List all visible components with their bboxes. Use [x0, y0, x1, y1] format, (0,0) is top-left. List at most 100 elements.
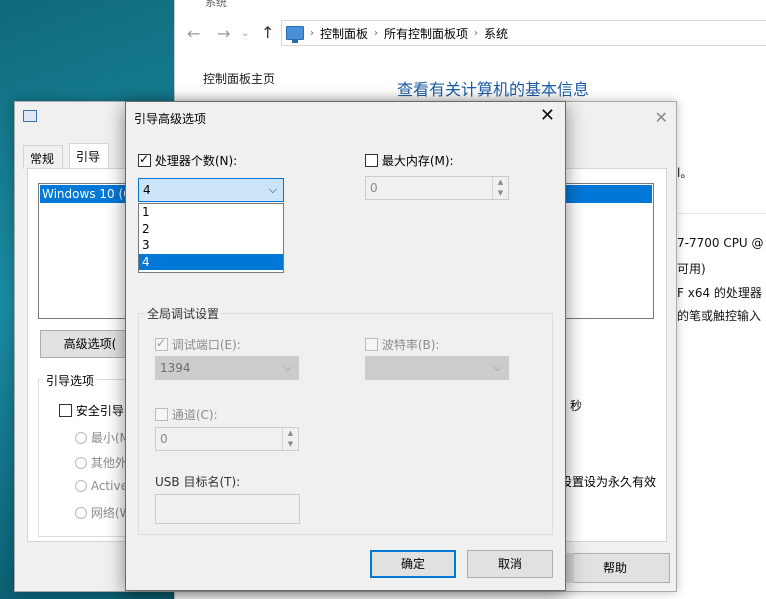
- back-arrow-icon[interactable]: ←: [187, 26, 200, 42]
- advanced-options-label: 高级选项(: [63, 337, 117, 351]
- cancel-button-label: 取消: [497, 557, 522, 571]
- control-panel-home-link[interactable]: 控制面板主页: [203, 70, 275, 87]
- debug-port-value: 1394: [160, 361, 191, 375]
- chevron-down-icon: ⌵: [268, 183, 277, 196]
- radio-button[interactable]: [75, 432, 87, 444]
- help-button[interactable]: 帮助: [560, 553, 670, 583]
- baud-rate-option[interactable]: 波特率(B):: [365, 336, 439, 353]
- chevron-right-icon: ›: [374, 27, 379, 39]
- channel-label: 通道(C):: [171, 408, 218, 422]
- spin-down-icon[interactable]: ▼: [493, 188, 508, 199]
- debug-port-combobox[interactable]: 1394 ⌵: [155, 356, 299, 380]
- channel-spinner[interactable]: 0 ▲ ▼: [155, 427, 299, 451]
- chevron-right-icon: ›: [474, 27, 479, 39]
- processors-option[interactable]: 处理器个数(N):: [138, 152, 237, 169]
- radio-active-directory-label: Active: [90, 479, 128, 493]
- advanced-boot-options-dialog: 引导高级选项 ✕ 处理器个数(N): 4 ⌵ 1 2 3 4 最大内存(M): …: [125, 101, 566, 591]
- system-properties-icon: [23, 110, 37, 122]
- channel-checkbox[interactable]: [155, 408, 168, 421]
- safe-boot-option[interactable]: 安全引导(: [59, 402, 129, 419]
- address-bar[interactable]: › 控制面板 › 所有控制面板项 › 系统: [281, 20, 766, 46]
- radio-alternate-shell-label: 其他外: [90, 456, 127, 470]
- max-memory-option[interactable]: 最大内存(M):: [365, 152, 454, 169]
- dropdown-option[interactable]: 3: [139, 237, 283, 254]
- close-icon[interactable]: ✕: [655, 108, 668, 127]
- up-arrow-icon[interactable]: ↑: [261, 25, 274, 41]
- side-text: 的笔或触控输入: [677, 309, 762, 323]
- side-text: l。: [677, 166, 693, 180]
- system-window-titlebar: 系统: [175, 0, 766, 12]
- ok-button-label: 确定: [400, 557, 425, 571]
- tab-boot-label: 引导: [76, 150, 101, 164]
- forward-arrow-icon[interactable]: →: [217, 26, 230, 42]
- safe-boot-checkbox[interactable]: [59, 404, 72, 417]
- channel-value: 0: [160, 432, 168, 446]
- boot-options-group: 引导选项 安全引导( 最小(M 其他外 Active 网络(W: [38, 372, 131, 537]
- recent-chevron-icon[interactable]: ⌄: [241, 26, 249, 42]
- option-label: 2: [142, 221, 150, 236]
- usb-target-label: USB 目标名(T):: [155, 475, 241, 489]
- dropdown-option[interactable]: 2: [139, 221, 283, 238]
- radio-button[interactable]: [75, 457, 87, 469]
- tab-general-label: 常规: [30, 152, 55, 166]
- permanent-setting-label: 设置设为永久有效: [560, 475, 657, 489]
- radio-button[interactable]: [75, 480, 87, 492]
- cancel-button[interactable]: 取消: [467, 550, 553, 578]
- debug-port-label: 调试端口(E):: [171, 338, 241, 352]
- spin-up-icon[interactable]: ▲: [283, 428, 298, 439]
- os-entry-label: Windows 10 (C: [42, 187, 132, 201]
- max-memory-value: 0: [370, 181, 378, 195]
- side-text: 7-7700 CPU @ 3: [677, 236, 766, 250]
- baud-rate-combobox[interactable]: ⌵: [365, 356, 509, 380]
- chevron-right-icon: ›: [310, 27, 314, 39]
- baud-rate-checkbox[interactable]: [365, 338, 378, 351]
- radio-alternate-shell[interactable]: 其他外: [75, 454, 127, 471]
- radio-active-directory[interactable]: Active: [75, 479, 128, 493]
- spin-up-icon[interactable]: ▲: [493, 177, 508, 188]
- debug-port-checkbox[interactable]: [155, 336, 168, 351]
- page-title: 查看有关计算机的基本信息: [397, 80, 590, 99]
- baud-rate-label: 波特率(B):: [381, 338, 440, 352]
- processors-label: 处理器个数(N):: [154, 154, 238, 168]
- side-text: 可用): [677, 262, 706, 276]
- boot-options-label: 引导选项: [43, 372, 98, 389]
- system-window-title: 系统: [205, 0, 227, 9]
- chevron-down-icon: ⌵: [283, 361, 292, 374]
- ok-button[interactable]: 确定: [370, 550, 456, 578]
- close-icon[interactable]: ✕: [540, 105, 555, 126]
- safe-boot-label: 安全引导(: [75, 404, 129, 418]
- max-memory-label: 最大内存(M):: [381, 154, 454, 168]
- dialog-title: 引导高级选项: [134, 112, 207, 126]
- timeout-unit: 秒: [570, 399, 583, 413]
- help-button-label: 帮助: [602, 561, 627, 575]
- side-text: F x64 的处理器: [677, 286, 762, 300]
- dropdown-option[interactable]: 1: [139, 204, 283, 221]
- usb-target-input[interactable]: [155, 494, 300, 524]
- processors-dropdown-list[interactable]: 1 2 3 4: [138, 203, 284, 273]
- tab-general[interactable]: 常规: [23, 145, 63, 169]
- breadcrumb-control-panel[interactable]: 控制面板: [320, 25, 368, 42]
- radio-network[interactable]: 网络(W: [75, 504, 131, 521]
- max-memory-spinner[interactable]: 0 ▲ ▼: [365, 176, 509, 200]
- max-memory-checkbox[interactable]: [365, 154, 378, 167]
- breadcrumb-all-items[interactable]: 所有控制面板项: [384, 25, 468, 42]
- global-debug-settings-group: 全局调试设置 调试端口(E): 1394 ⌵ 波特率(B): ⌵ 通道(C): …: [138, 305, 553, 535]
- breadcrumb-system[interactable]: 系统: [484, 25, 508, 42]
- dropdown-option-selected[interactable]: 4: [139, 253, 283, 270]
- channel-option[interactable]: 通道(C):: [155, 406, 218, 423]
- debug-group-label: 全局调试设置: [145, 305, 222, 322]
- processors-checkbox[interactable]: [138, 152, 151, 167]
- processors-combobox[interactable]: 4 ⌵: [138, 178, 284, 202]
- chevron-down-icon: ⌵: [493, 361, 502, 374]
- option-label: 1: [142, 205, 150, 219]
- option-label: 4: [142, 254, 150, 269]
- divider: [678, 213, 766, 214]
- spinner-buttons[interactable]: ▲ ▼: [492, 177, 508, 199]
- tab-boot[interactable]: 引导: [69, 143, 109, 169]
- processors-value: 4: [143, 183, 151, 197]
- debug-port-option[interactable]: 调试端口(E):: [155, 336, 241, 353]
- radio-button[interactable]: [75, 507, 87, 519]
- spinner-buttons[interactable]: ▲ ▼: [282, 428, 298, 450]
- spin-down-icon[interactable]: ▼: [283, 439, 298, 450]
- radio-minimal[interactable]: 最小(M: [75, 429, 130, 446]
